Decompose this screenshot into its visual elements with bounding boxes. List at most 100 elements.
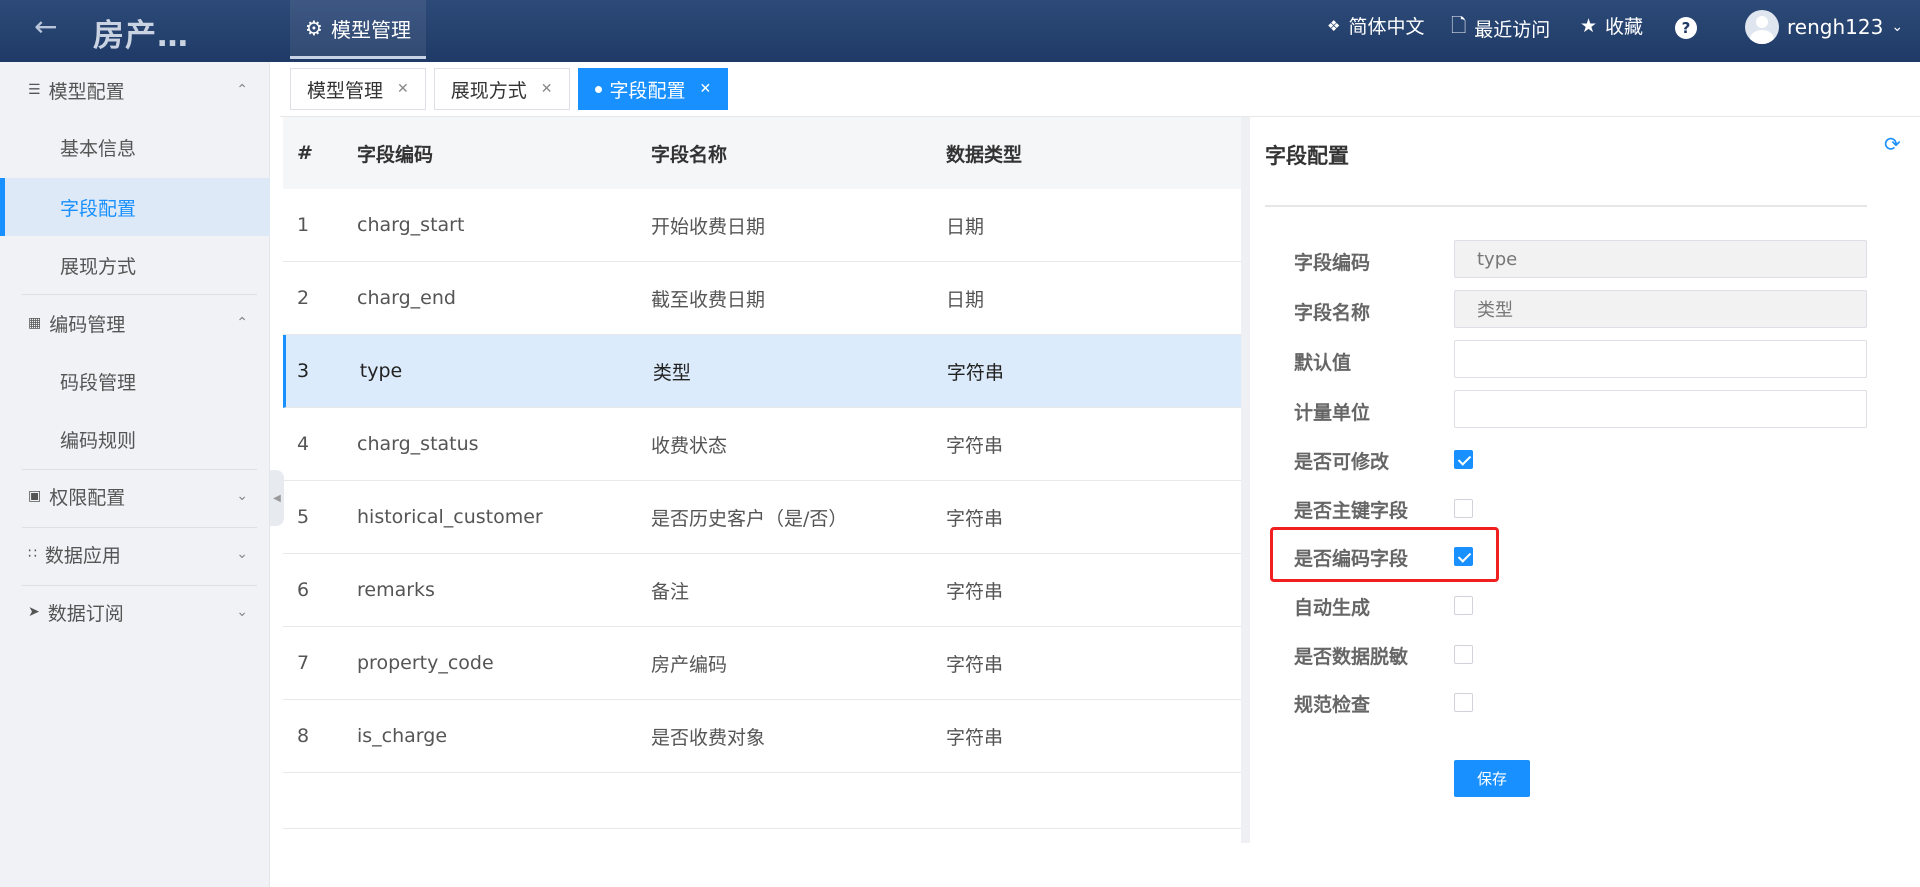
recent-label: 最近访问: [1474, 18, 1551, 41]
table-row[interactable]: 8 is_charge 是否收费对象 字符串: [283, 700, 1241, 773]
refresh-icon[interactable]: ⟳: [1884, 132, 1901, 156]
field-name-input[interactable]: 类型: [1454, 290, 1867, 328]
cell-data-type: 日期: [946, 288, 985, 311]
sidebar-group-data-apps[interactable]: ∷ 数据应用 ⌄: [0, 526, 270, 582]
data-masking-label: 是否数据脱敏: [1294, 646, 1409, 668]
document-icon: 🗋: [1451, 15, 1467, 37]
page-tabs: 模型管理 ✕ 展现方式 ✕ 字段配置 ✕: [290, 68, 729, 110]
spec-check-label: 规范检查: [1294, 694, 1371, 716]
primary-key-label: 是否主键字段: [1294, 500, 1409, 522]
tab-display-mode[interactable]: 展现方式 ✕: [433, 68, 570, 110]
language-label: 简体中文: [1348, 16, 1425, 38]
panel-splitter[interactable]: [1241, 117, 1250, 843]
chevron-down-icon: ⌄: [1891, 19, 1904, 35]
close-icon[interactable]: ✕: [397, 81, 409, 97]
column-header-field-code: 字段编码: [357, 143, 434, 166]
recent-visits[interactable]: 🗋 最近访问: [1451, 12, 1550, 44]
data-masking-checkbox[interactable]: [1454, 645, 1473, 664]
favorites[interactable]: ★ 收藏: [1580, 12, 1643, 39]
table-row[interactable]: 2 charg_end 截至收费日期 日期: [283, 262, 1241, 335]
sidebar-group-label: 模型配置: [48, 80, 125, 103]
table-row[interactable]: 5 historical_customer 是否历史客户（是/否） 字符串: [283, 481, 1241, 554]
close-icon[interactable]: ✕: [541, 81, 553, 97]
field-code-input[interactable]: type: [1454, 240, 1867, 278]
cell-field-name: 收费状态: [651, 434, 728, 457]
code-field-checkbox[interactable]: [1454, 547, 1473, 566]
auto-generate-checkbox[interactable]: [1454, 596, 1473, 615]
panel-divider: [1265, 205, 1867, 207]
user-menu[interactable]: rengh123 ⌄: [1745, 10, 1903, 44]
sidebar-item-field-config[interactable]: 字段配置: [0, 178, 270, 236]
cell-data-type: 日期: [946, 215, 985, 238]
active-dot-icon: [594, 85, 602, 93]
cell-field-name: 是否收费对象: [651, 726, 766, 749]
code-field-label: 是否编码字段: [1294, 548, 1409, 570]
sidebar-item-label: 展现方式: [60, 255, 137, 278]
cell-field-code: type: [359, 360, 403, 382]
language-icon: ❖: [1327, 16, 1341, 35]
close-icon[interactable]: ✕: [700, 81, 712, 97]
tab-field-config[interactable]: 字段配置 ✕: [577, 68, 729, 110]
sidebar-collapse-handle[interactable]: ◀: [270, 470, 284, 526]
sidebar-group-label: 数据订阅: [47, 602, 124, 625]
panel-title: 字段配置: [1265, 144, 1349, 168]
cell-index: 7: [297, 652, 310, 674]
chevron-up-icon: ⌃: [236, 82, 248, 98]
table-row[interactable]: 7 property_code 房产编码 字符串: [283, 627, 1241, 700]
sidebar-group-permission[interactable]: ▣ 权限配置 ⌄: [0, 468, 270, 524]
cell-field-code: is_charge: [357, 725, 448, 747]
spec-check-checkbox[interactable]: [1454, 693, 1473, 712]
table-row[interactable]: 1 charg_start 开始收费日期 日期: [283, 189, 1241, 262]
sidebar-group-label: 数据应用: [44, 544, 121, 567]
auto-generate-label: 自动生成: [1294, 597, 1371, 619]
cell-index: 4: [297, 433, 310, 455]
sidebar-group-data-subscription[interactable]: ➤ 数据订阅 ⌄: [0, 584, 270, 640]
save-button[interactable]: 保存: [1454, 760, 1530, 797]
username: rengh123: [1787, 15, 1884, 39]
editable-checkbox[interactable]: [1454, 450, 1473, 469]
table-row[interactable]: 4 charg_status 收费状态 字符串: [283, 408, 1241, 481]
cell-data-type: 字符串: [946, 507, 1004, 530]
cell-field-code: remarks: [357, 579, 435, 601]
cell-data-type: 字符串: [946, 361, 1004, 384]
column-header-field-name: 字段名称: [651, 143, 728, 166]
send-icon: ➤: [28, 604, 40, 620]
sidebar-group-label: 编码管理: [49, 313, 126, 336]
sidebar-group-code-management[interactable]: ▦ 编码管理 ⌃: [0, 295, 270, 351]
tab-label: 模型管理: [307, 79, 384, 102]
nav-tab-model-management[interactable]: ⚙ 模型管理: [290, 0, 426, 59]
default-value-input[interactable]: [1454, 340, 1867, 378]
tab-model-management[interactable]: 模型管理 ✕: [290, 68, 426, 110]
sidebar: ☰ 模型配置 ⌃ 基本信息 字段配置 展现方式 ▦ 编码管理 ⌃ 码段管理 编码…: [0, 62, 270, 887]
column-header-index: #: [297, 142, 313, 164]
sidebar-item-basic-info[interactable]: 基本信息: [0, 118, 270, 176]
app-brand: 房产…: [93, 18, 189, 54]
table-row[interactable]: 6 remarks 备注 字符串: [283, 554, 1241, 627]
sidebar-item-label: 码段管理: [60, 371, 137, 394]
cell-data-type: 字符串: [946, 653, 1004, 676]
table-row-selected[interactable]: 3 type 类型 字符串: [283, 335, 1241, 408]
primary-key-checkbox[interactable]: [1454, 499, 1473, 518]
sidebar-item-code-rules[interactable]: 编码规则: [0, 410, 270, 468]
unit-label: 计量单位: [1294, 402, 1371, 424]
apps-icon: ∷: [28, 546, 37, 562]
editable-label: 是否可修改: [1294, 451, 1390, 473]
favorites-label: 收藏: [1605, 16, 1644, 38]
star-icon: ★: [1580, 14, 1598, 37]
tab-label: 展现方式: [450, 79, 527, 102]
cell-index: 3: [297, 360, 310, 382]
cell-field-name: 开始收费日期: [651, 215, 766, 238]
table-bottom-border: [283, 828, 1241, 829]
cell-index: 8: [297, 725, 310, 747]
cell-field-name: 截至收费日期: [651, 288, 766, 311]
chevron-down-icon: ⌄: [236, 604, 248, 620]
unit-input[interactable]: [1454, 390, 1867, 428]
sidebar-item-segment-management[interactable]: 码段管理: [0, 352, 270, 410]
table-header: # 字段编码 字段名称 数据类型: [283, 117, 1241, 189]
sidebar-item-display-mode[interactable]: 展现方式: [0, 236, 270, 294]
tab-label: 字段配置: [609, 79, 686, 102]
sidebar-group-model-config[interactable]: ☰ 模型配置 ⌃: [0, 62, 270, 118]
help-button[interactable]: ?: [1675, 17, 1697, 39]
arrow-left-icon[interactable]: ←: [34, 10, 57, 43]
language-switcher[interactable]: ❖ 简体中文: [1327, 12, 1424, 39]
